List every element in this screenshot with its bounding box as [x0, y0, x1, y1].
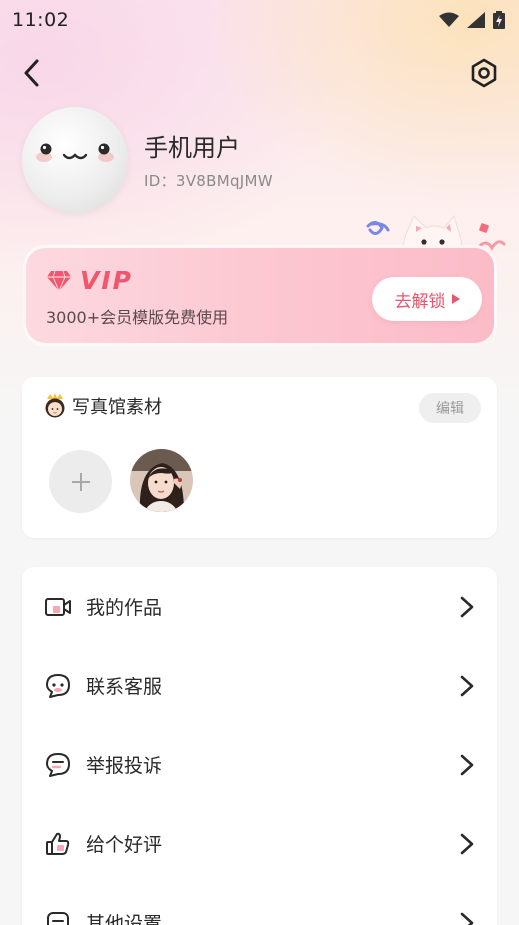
- add-material-button[interactable]: [49, 450, 112, 513]
- status-time: 11:02: [12, 9, 70, 31]
- chevron-right-icon: [460, 596, 474, 617]
- username: 手机用户: [144, 134, 240, 162]
- plus-icon: [71, 472, 90, 491]
- chevron-right-icon: [460, 675, 474, 696]
- back-button[interactable]: [14, 56, 48, 90]
- menu-item-label: 举报投诉: [86, 755, 163, 777]
- princess-face-icon: [45, 393, 65, 418]
- user-id: ID：3V8BMqJMW: [144, 172, 273, 190]
- vip-card[interactable]: VIP 3000+会员模版免费使用 去解锁: [23, 245, 497, 346]
- vip-title: VIP: [46, 266, 133, 295]
- top-navigation: [0, 52, 519, 96]
- menu-item-label: 其他设置: [86, 913, 163, 925]
- customer-service-icon: [44, 672, 72, 700]
- wifi-icon: [439, 12, 459, 27]
- vip-description: 3000+会员模版免费使用: [46, 308, 229, 327]
- unlock-button[interactable]: 去解锁: [372, 277, 482, 321]
- battery-charging-icon: [493, 11, 505, 29]
- menu-item-report[interactable]: 举报投诉: [22, 725, 497, 804]
- materials-title-text: 写真馆素材: [72, 397, 162, 418]
- chevron-right-icon: [460, 754, 474, 775]
- diamond-icon: [47, 270, 71, 292]
- menu-item-contact-service[interactable]: 联系客服: [22, 646, 497, 725]
- menu-item-my-works[interactable]: 我的作品: [22, 567, 497, 646]
- report-chat-icon: [44, 751, 72, 779]
- play-triangle-icon: [451, 294, 460, 304]
- menu-item-label: 给个好评: [86, 834, 163, 856]
- materials-title: 写真馆素材: [42, 393, 162, 419]
- vip-label: VIP: [80, 266, 133, 295]
- menu-item-other-settings[interactable]: 其他设置: [22, 883, 497, 925]
- chevron-right-icon: [460, 833, 474, 854]
- avatar[interactable]: [22, 107, 128, 213]
- unlock-label: 去解锁: [394, 291, 446, 312]
- menu-list-card: 我的作品 联系客服 举报投诉 给个好评 其他设置: [22, 567, 497, 925]
- status-bar: 11:02: [0, 0, 519, 40]
- edit-button[interactable]: 编辑: [419, 393, 481, 423]
- menu-item-rate-us[interactable]: 给个好评: [22, 804, 497, 883]
- status-icons: [439, 11, 505, 29]
- other-settings-icon: [44, 909, 72, 925]
- chevron-right-icon: [460, 912, 474, 925]
- portrait-photo: [130, 449, 193, 512]
- cellular-signal-icon: [467, 12, 485, 28]
- photo-studio-materials-card: 写真馆素材 编辑: [22, 377, 497, 538]
- menu-item-label: 联系客服: [86, 676, 163, 698]
- video-camera-icon: [44, 593, 72, 621]
- back-arrow-icon: [24, 59, 39, 87]
- thumbs-up-icon: [44, 830, 72, 858]
- settings-button[interactable]: [467, 56, 501, 90]
- menu-item-label: 我的作品: [86, 597, 163, 619]
- gear-icon: [471, 58, 497, 88]
- material-thumbnail[interactable]: [130, 449, 193, 512]
- avatar-face-icon: [36, 143, 114, 162]
